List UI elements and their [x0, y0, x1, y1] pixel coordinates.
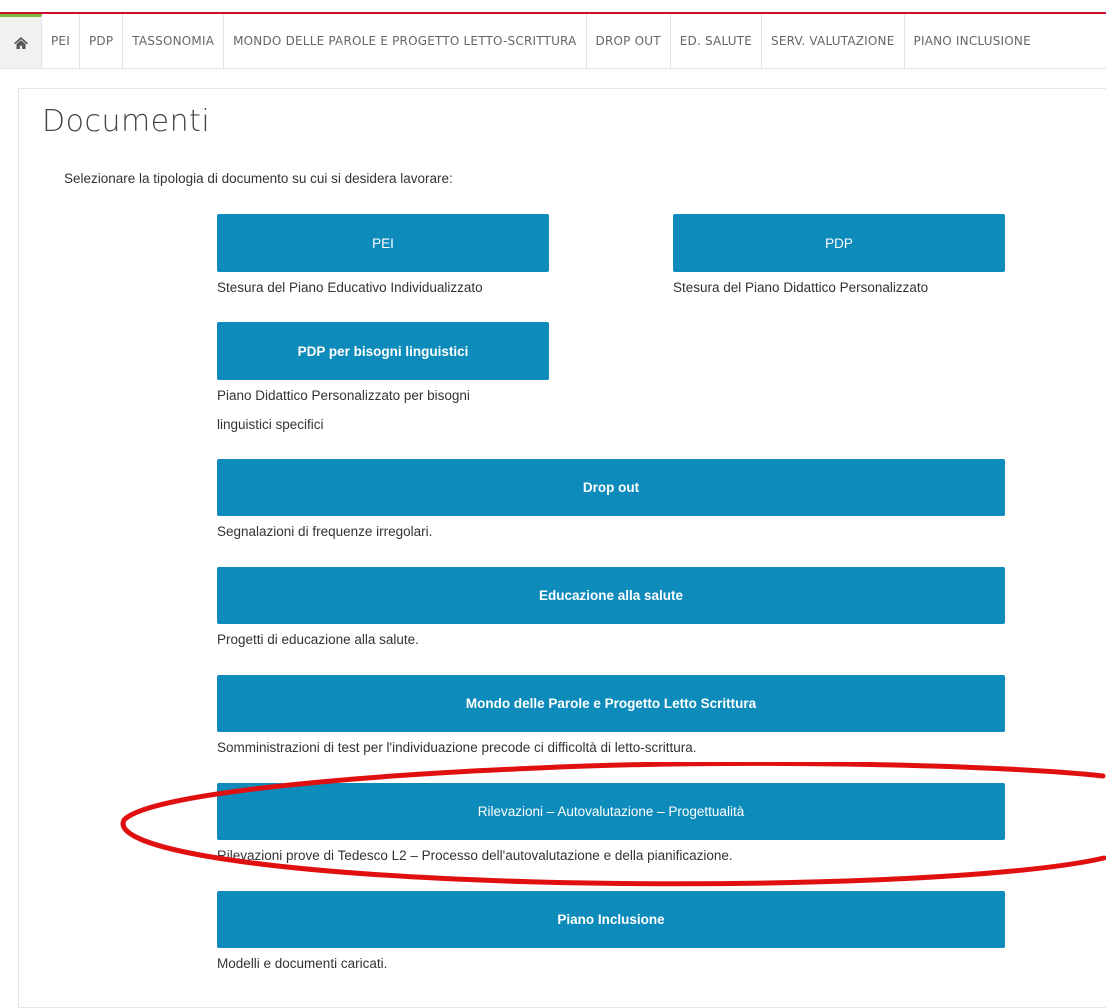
nav-item-ed-salute[interactable]: ED. SALUTE [671, 14, 763, 68]
pdp-linguistici-description-line1: Piano Didattico Personalizzato per bisog… [217, 388, 470, 403]
rilevazioni-description: Rilevazioni prove di Tedesco L2 – Proces… [217, 848, 733, 863]
pdp-linguistici-description-line2: linguistici specifici [217, 417, 324, 432]
pei-button[interactable]: PEI [217, 214, 549, 272]
nav-item-drop-out[interactable]: DROP OUT [587, 14, 671, 68]
home-icon [13, 36, 28, 49]
nav-item-piano-inclusione[interactable]: PIANO INCLUSIONE [905, 14, 1040, 68]
educazione-salute-button[interactable]: Educazione alla salute [217, 567, 1005, 624]
nav-item-pei[interactable]: PEI [42, 14, 80, 68]
drop-out-description: Segnalazioni di frequenze irregolari. [217, 524, 433, 539]
page-intro: Selezionare la tipologia di documento su… [64, 171, 453, 186]
nav-item-tassonomia[interactable]: TASSONOMIA [123, 14, 225, 68]
mondo-parole-description: Somministrazioni di test per l'individua… [217, 740, 697, 755]
page-title: Documenti [42, 104, 211, 139]
pdp-description: Stesura del Piano Didattico Personalizza… [673, 280, 929, 295]
pdp-linguistici-button[interactable]: PDP per bisogni linguistici [217, 322, 549, 380]
rilevazioni-button[interactable]: Rilevazioni – Autovalutazione – Progettu… [217, 783, 1005, 840]
piano-inclusione-button[interactable]: Piano Inclusione [217, 891, 1005, 948]
nav-item-pdp[interactable]: PDP [80, 14, 124, 68]
mondo-parole-button[interactable]: Mondo delle Parole e Progetto Letto Scri… [217, 675, 1005, 732]
educazione-salute-description: Progetti di educazione alla salute. [217, 632, 419, 647]
piano-inclusione-description: Modelli e documenti caricati. [217, 956, 388, 971]
pei-description: Stesura del Piano Educativo Individualiz… [217, 280, 483, 295]
nav-item-serv-valutazione[interactable]: SERV. VALUTAZIONE [762, 14, 905, 68]
nav-item-mondo-parole[interactable]: MONDO DELLE PAROLE E PROGETTO LETTO-SCRI… [224, 14, 587, 68]
nav-home-button[interactable] [0, 14, 42, 68]
main-navbar: PEI PDP TASSONOMIA MONDO DELLE PAROLE E … [0, 14, 1106, 69]
drop-out-button[interactable]: Drop out [217, 459, 1005, 516]
pdp-button[interactable]: PDP [673, 214, 1005, 272]
